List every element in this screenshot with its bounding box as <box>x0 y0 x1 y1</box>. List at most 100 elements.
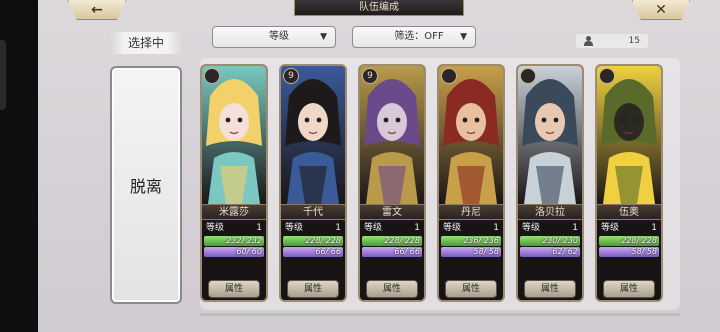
hp-value: 228/ 228 <box>384 236 420 245</box>
sp-value: 66/ 66 <box>394 247 420 256</box>
sp-value: 60/ 60 <box>236 247 262 256</box>
device-bezel <box>0 0 38 332</box>
sp-bar: 58/ 58 <box>599 247 659 257</box>
hp-bar: 230/ 230 <box>520 236 580 246</box>
level-label: 等级 <box>522 223 541 233</box>
selecting-label: 选择中 <box>110 32 182 54</box>
level-value: 1 <box>651 223 657 233</box>
character-name: 雷文 <box>360 204 424 220</box>
rarity-badge <box>441 68 457 84</box>
character-portrait <box>439 66 503 204</box>
character-card[interactable]: 9 雷文 等级 1 228/ 228 66/ 66 属性 <box>358 64 426 302</box>
hp-value: 228/ 228 <box>305 236 341 245</box>
sp-bar: 60/ 60 <box>204 247 264 257</box>
back-arrow-icon: ← <box>91 1 103 18</box>
filter-dropdown[interactable]: 筛选：OFF ▼ <box>352 26 476 48</box>
leave-label: 脱离 <box>129 177 162 196</box>
character-stats: 等级 1 228/ 228 66/ 66 属性 <box>281 222 345 300</box>
party-count-value: 15 <box>628 36 640 46</box>
character-stats: 等级 1 228/ 228 58/ 58 属性 <box>597 222 661 300</box>
sort-dropdown[interactable]: 等级 ▼ <box>212 26 336 48</box>
device-notch <box>0 40 6 110</box>
character-card[interactable]: 9 千代 等级 1 228/ 228 66/ 66 属性 <box>279 64 347 302</box>
level-row: 等级 1 <box>599 222 659 235</box>
hp-bar: 236/ 236 <box>441 236 501 246</box>
game-screen: ← 队伍编成 ✕ 选择中 脱离 等级 ▼ 筛选：OFF ▼ 15 米露莎 等级 … <box>38 0 720 332</box>
level-label: 等级 <box>285 223 304 233</box>
level-row: 等级 1 <box>441 222 501 235</box>
level-value: 1 <box>414 223 420 233</box>
hp-value: 230/ 230 <box>542 236 578 245</box>
page-title: 队伍编成 <box>294 0 464 16</box>
sp-value: 66/ 66 <box>315 247 341 256</box>
attribute-button[interactable]: 属性 <box>366 280 418 298</box>
character-stats: 等级 1 236/ 236 58/ 58 属性 <box>439 222 503 300</box>
level-label: 等级 <box>601 223 620 233</box>
rarity-badge <box>520 68 536 84</box>
back-button[interactable]: ← <box>68 0 126 20</box>
rarity-badge <box>599 68 615 84</box>
character-portrait <box>360 66 424 204</box>
sp-value: 62/ 62 <box>552 247 578 256</box>
rarity-badge: 9 <box>283 68 299 84</box>
attribute-button[interactable]: 属性 <box>445 280 497 298</box>
character-card[interactable]: 洛贝拉 等级 1 230/ 230 62/ 62 属性 <box>516 64 584 302</box>
hp-bar: 228/ 228 <box>599 236 659 246</box>
character-portrait <box>518 66 582 204</box>
attribute-button[interactable]: 属性 <box>524 280 576 298</box>
character-card[interactable]: 丹尼 等级 1 236/ 236 58/ 58 属性 <box>437 64 505 302</box>
hp-bar: 232/ 232 <box>204 236 264 246</box>
level-row: 等级 1 <box>362 222 422 235</box>
close-button[interactable]: ✕ <box>632 0 690 20</box>
character-portrait <box>597 66 661 204</box>
leave-party-button[interactable]: 脱离 <box>110 66 182 304</box>
character-name: 丹尼 <box>439 204 503 220</box>
rarity-badge: 9 <box>362 68 378 84</box>
party-count: 15 <box>576 34 648 48</box>
chevron-down-icon: ▼ <box>460 32 467 42</box>
character-portrait <box>281 66 345 204</box>
character-card[interactable]: 米露莎 等级 1 232/ 232 60/ 60 属性 <box>200 64 268 302</box>
scrollbar[interactable] <box>238 313 318 316</box>
attribute-button[interactable]: 属性 <box>603 280 655 298</box>
filter-dropdown-label: 筛选：OFF <box>394 31 444 42</box>
sp-bar: 66/ 66 <box>362 247 422 257</box>
sp-bar: 58/ 58 <box>441 247 501 257</box>
character-name: 伍奥 <box>597 204 661 220</box>
sp-bar: 62/ 62 <box>520 247 580 257</box>
level-value: 1 <box>256 223 262 233</box>
character-stats: 等级 1 228/ 228 66/ 66 属性 <box>360 222 424 300</box>
attribute-button[interactable]: 属性 <box>287 280 339 298</box>
person-icon <box>584 36 593 46</box>
close-icon: ✕ <box>655 1 667 18</box>
rarity-badge <box>204 68 220 84</box>
sp-value: 58/ 58 <box>631 247 657 256</box>
level-row: 等级 1 <box>520 222 580 235</box>
hp-value: 228/ 228 <box>621 236 657 245</box>
character-grid: 米露莎 等级 1 232/ 232 60/ 60 属性 9 千代 等级 1 22… <box>200 58 680 310</box>
sort-dropdown-label: 等级 <box>269 31 289 42</box>
sp-value: 58/ 58 <box>473 247 499 256</box>
character-stats: 等级 1 230/ 230 62/ 62 属性 <box>518 222 582 300</box>
sp-bar: 66/ 66 <box>283 247 343 257</box>
character-name: 千代 <box>281 204 345 220</box>
character-stats: 等级 1 232/ 232 60/ 60 属性 <box>202 222 266 300</box>
hp-bar: 228/ 228 <box>362 236 422 246</box>
hp-value: 232/ 232 <box>226 236 262 245</box>
level-value: 1 <box>493 223 499 233</box>
level-value: 1 <box>335 223 341 233</box>
character-name: 洛贝拉 <box>518 204 582 220</box>
level-label: 等级 <box>364 223 383 233</box>
hp-value: 236/ 236 <box>463 236 499 245</box>
attribute-button[interactable]: 属性 <box>208 280 260 298</box>
character-name: 米露莎 <box>202 204 266 220</box>
level-label: 等级 <box>206 223 225 233</box>
level-value: 1 <box>572 223 578 233</box>
character-card[interactable]: 伍奥 等级 1 228/ 228 58/ 58 属性 <box>595 64 663 302</box>
level-label: 等级 <box>443 223 462 233</box>
level-row: 等级 1 <box>283 222 343 235</box>
character-portrait <box>202 66 266 204</box>
level-row: 等级 1 <box>204 222 264 235</box>
chevron-down-icon: ▼ <box>320 32 327 42</box>
hp-bar: 228/ 228 <box>283 236 343 246</box>
